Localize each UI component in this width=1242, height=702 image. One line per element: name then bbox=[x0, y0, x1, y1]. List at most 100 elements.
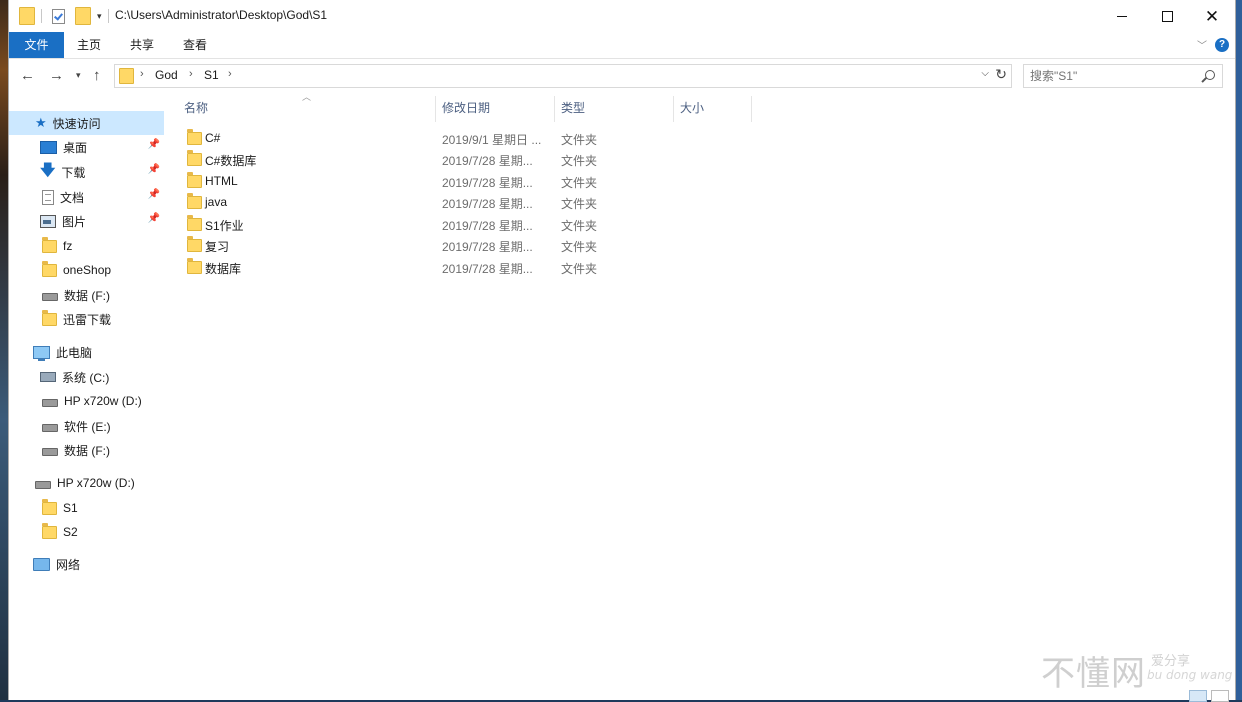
sidebar-item-label: HP x720w (D:) bbox=[57, 476, 135, 490]
sidebar-item-label: S2 bbox=[63, 525, 78, 539]
pin-icon[interactable]: 📌 bbox=[148, 164, 160, 175]
sidebar-item-label: HP x720w (D:) bbox=[64, 394, 142, 408]
file-date: 2019/7/28 星期... bbox=[442, 154, 533, 168]
document-icon bbox=[42, 189, 54, 205]
column-header-name[interactable]: 名称 bbox=[184, 94, 434, 122]
sidebar-item-label: 文档 bbox=[60, 190, 85, 205]
file-type: 文件夹 bbox=[561, 197, 598, 211]
breadcrumb-s1[interactable]: S1 bbox=[204, 68, 219, 82]
sidebar-item-hp-d[interactable]: HP x720w (D:) bbox=[9, 389, 164, 413]
minimize-button[interactable] bbox=[1099, 0, 1145, 32]
folder-icon bbox=[119, 68, 134, 84]
tab-view[interactable]: 查看 bbox=[175, 32, 215, 58]
search-icon[interactable] bbox=[1205, 70, 1215, 80]
desktop-background-left bbox=[0, 0, 8, 700]
folder-icon bbox=[42, 498, 57, 515]
folder-icon bbox=[187, 172, 202, 188]
navigation-bar: ← → ▾ ↑ › God › S1 › ⌵ ↻ bbox=[9, 59, 1235, 93]
up-arrow-icon[interactable]: ↑ bbox=[93, 67, 101, 84]
recent-locations-icon[interactable]: ▾ bbox=[76, 70, 81, 81]
sidebar-item-label: 网络 bbox=[56, 557, 81, 572]
pin-icon[interactable]: 📌 bbox=[148, 213, 160, 224]
sidebar-item-pictures[interactable]: 图片 📌 bbox=[9, 209, 164, 233]
sidebar-item-label: 此电脑 bbox=[56, 345, 93, 360]
quick-access-toolbar: ▾ bbox=[19, 7, 109, 25]
file-date: 2019/9/1 星期日 ... bbox=[442, 133, 542, 147]
pin-icon[interactable]: 📌 bbox=[148, 139, 160, 150]
folder-icon bbox=[187, 236, 202, 252]
file-explorer-window: ▾ C:\Users\Administrator\Desktop\God\S1 … bbox=[8, 0, 1236, 702]
expand-ribbon-icon[interactable]: ﹀ bbox=[1197, 37, 1207, 52]
file-type: 文件夹 bbox=[561, 240, 598, 254]
help-icon[interactable]: ? bbox=[1215, 37, 1229, 52]
file-date: 2019/7/28 星期... bbox=[442, 219, 533, 233]
column-divider[interactable] bbox=[751, 96, 752, 122]
sidebar-item-software-e[interactable]: 软件 (E:) bbox=[9, 414, 164, 438]
column-divider[interactable] bbox=[673, 96, 674, 122]
pin-icon[interactable]: 📌 bbox=[148, 189, 160, 200]
sidebar-item-quick-access[interactable]: ★ 快速访问 bbox=[9, 111, 164, 135]
breadcrumb-god[interactable]: God bbox=[155, 68, 178, 82]
drive-icon bbox=[35, 481, 51, 489]
breadcrumb-chevron-icon[interactable]: › bbox=[189, 68, 193, 80]
sidebar-item-oneshop[interactable]: oneShop bbox=[9, 258, 164, 282]
file-row[interactable]: C# 2019/9/1 星期日 ... 文件夹 bbox=[184, 128, 604, 149]
sidebar-item-usb-d[interactable]: HP x720w (D:) bbox=[9, 471, 164, 495]
folder-icon bbox=[42, 522, 57, 539]
details-view-icon[interactable] bbox=[1189, 690, 1207, 702]
sidebar-item-desktop[interactable]: 桌面 📌 bbox=[9, 135, 164, 159]
maximize-button[interactable] bbox=[1144, 0, 1190, 32]
file-type: 文件夹 bbox=[561, 176, 598, 190]
sidebar-item-s2[interactable]: S2 bbox=[9, 520, 164, 544]
column-divider[interactable] bbox=[435, 96, 436, 122]
window-title: C:\Users\Administrator\Desktop\God\S1 bbox=[115, 8, 328, 22]
watermark-main-text: 不懂网 bbox=[1041, 654, 1146, 694]
tab-share[interactable]: 共享 bbox=[122, 32, 162, 58]
sidebar-item-s1[interactable]: S1 bbox=[9, 496, 164, 520]
tab-file[interactable]: 文件 bbox=[9, 32, 64, 58]
column-header-size[interactable]: 大小 bbox=[680, 94, 750, 122]
file-row[interactable]: 复习 2019/7/28 星期... 文件夹 bbox=[184, 235, 604, 256]
file-row[interactable]: java 2019/7/28 星期... 文件夹 bbox=[184, 192, 604, 213]
address-history-icon[interactable]: ⌵ bbox=[981, 68, 989, 79]
customize-toolbar-icon[interactable]: ▾ bbox=[97, 11, 102, 22]
search-input[interactable] bbox=[1030, 67, 1190, 84]
sidebar-item-label: S1 bbox=[63, 501, 78, 515]
close-button[interactable]: ✕ bbox=[1189, 0, 1235, 32]
column-divider[interactable] bbox=[554, 96, 555, 122]
refresh-icon[interactable]: ↻ bbox=[995, 66, 1007, 83]
back-arrow-icon[interactable]: ← bbox=[20, 67, 35, 84]
search-box[interactable] bbox=[1023, 64, 1223, 88]
breadcrumb-chevron-icon[interactable]: › bbox=[228, 68, 232, 80]
sidebar-item-data-f[interactable]: 数据 (F:) bbox=[9, 438, 164, 462]
address-bar[interactable]: › God › S1 › ⌵ ↻ bbox=[114, 64, 1012, 88]
column-header-type[interactable]: 类型 bbox=[561, 94, 671, 122]
sidebar-item-fz[interactable]: fz bbox=[9, 234, 164, 258]
system-drive-icon bbox=[40, 372, 56, 382]
file-row[interactable]: S1作业 2019/7/28 星期... 文件夹 bbox=[184, 214, 604, 235]
properties-icon[interactable] bbox=[52, 8, 65, 24]
desktop-icon bbox=[40, 140, 57, 154]
sidebar-item-this-pc[interactable]: 此电脑 bbox=[9, 340, 164, 364]
sidebar-item-label: 快速访问 bbox=[52, 116, 101, 131]
sidebar-item-system-c[interactable]: 系统 (C:) bbox=[9, 365, 164, 389]
breadcrumb-chevron-icon[interactable]: › bbox=[140, 68, 144, 80]
large-icons-view-icon[interactable] bbox=[1211, 690, 1229, 702]
forward-arrow-icon[interactable]: → bbox=[49, 67, 64, 84]
tab-home[interactable]: 主页 bbox=[69, 32, 109, 58]
file-row[interactable]: HTML 2019/7/28 星期... 文件夹 bbox=[184, 171, 604, 192]
file-name: HTML bbox=[205, 174, 238, 188]
file-date: 2019/7/28 星期... bbox=[442, 240, 533, 254]
new-folder-icon[interactable] bbox=[75, 7, 91, 25]
sidebar-item-network[interactable]: 网络 bbox=[9, 552, 164, 576]
sidebar-item-xunlei-downloads[interactable]: 迅雷下载 bbox=[9, 307, 164, 331]
column-header-date-modified[interactable]: 修改日期 bbox=[442, 94, 552, 122]
file-row[interactable]: 数据库 2019/7/28 星期... 文件夹 bbox=[184, 257, 604, 278]
ribbon-tabs: 文件 主页 共享 查看 ﹀ ? bbox=[9, 32, 1235, 59]
sidebar-item-data-f-quick[interactable]: 数据 (F:) bbox=[9, 283, 164, 307]
download-icon: 🡇 bbox=[40, 161, 56, 179]
sidebar-item-label: 数据 (F:) bbox=[64, 443, 110, 458]
sidebar-item-downloads[interactable]: 🡇 下载 📌 bbox=[9, 160, 164, 184]
sidebar-item-documents[interactable]: 文档 📌 bbox=[9, 185, 164, 209]
file-row[interactable]: C#数据库 2019/7/28 星期... 文件夹 bbox=[184, 149, 604, 170]
